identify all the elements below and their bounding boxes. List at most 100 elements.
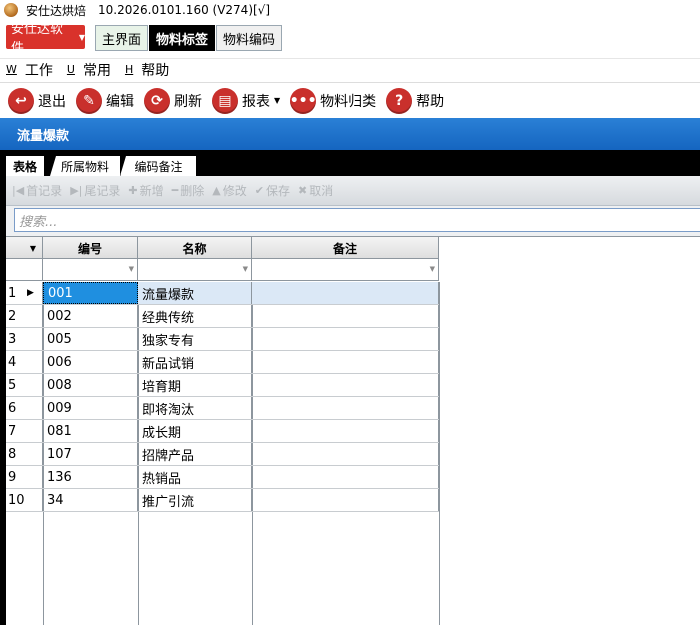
row-number-text: 4 [8,354,17,370]
header-code[interactable]: 编号 [43,237,138,259]
cell-note[interactable] [252,466,439,488]
tab-table[interactable]: 表格 [6,156,44,176]
delete-button[interactable]: ━ 删除 [172,182,205,199]
delete-label: 删除 [180,184,205,198]
cell-note[interactable] [252,489,439,511]
classify-button[interactable]: ••• 物料归类 [290,87,377,114]
title-bar: 安仕达烘焙 10.2026.0101.160 (V274)[√] [0,0,700,20]
row-number-text: 10 [8,492,25,508]
cell-note[interactable] [252,328,439,350]
cell-name[interactable]: 独家专有 [138,328,252,350]
add-button[interactable]: ✚ 新增 [128,182,163,199]
cell-note[interactable] [252,305,439,327]
check-icon: ✔ [254,184,264,197]
more-dots-icon: ••• [290,87,317,114]
filter-code[interactable]: ▼ [43,259,138,281]
row-number-text: 9 [8,469,17,485]
table-row[interactable]: 5 008 培育期 [6,374,439,397]
cell-name[interactable]: 新品试销 [138,351,252,373]
cancel-button[interactable]: ✖ 取消 [298,182,333,199]
cell-code[interactable]: 107 [43,443,138,465]
tab-material-label[interactable]: 物料标签 [149,25,216,51]
refresh-button[interactable]: ⟳ 刷新 [144,87,202,114]
cell-name[interactable]: 经典传统 [138,305,252,327]
menu-work-label: 工作 [24,62,53,79]
row-number: 6 [6,397,43,419]
filter-name[interactable]: ▼ [138,259,252,281]
cell-code[interactable]: 009 [43,397,138,419]
menu-help[interactable]: H 帮助 [125,60,169,80]
cell-name[interactable]: 即将淘汰 [138,397,252,419]
plus-icon: ✚ [128,184,138,197]
cell-note[interactable] [252,443,439,465]
cell-code[interactable]: 081 [43,420,138,442]
cell-code[interactable]: 001 [43,282,138,304]
cell-name[interactable]: 流量爆款 [138,282,252,304]
table-row[interactable]: 8 107 招牌产品 [6,443,439,466]
table-row[interactable]: 3 005 独家专有 [6,328,439,351]
cell-name[interactable]: 培育期 [138,374,252,396]
filter-note[interactable]: ▼ [252,259,439,281]
report-button[interactable]: ▤ 报表 ▼ [212,87,280,114]
first-record-button[interactable]: |◀ 首记录 [12,182,62,199]
refresh-icon: ⟳ [144,87,170,114]
cell-note[interactable] [252,420,439,442]
row-number: 4 [6,351,43,373]
cell-code[interactable]: 005 [43,328,138,350]
row-number-text: 2 [8,308,17,324]
cell-code[interactable]: 002 [43,305,138,327]
table-row[interactable]: 1 ▶ 001 流量爆款 [6,282,439,305]
row-number: 1 ▶ [6,282,43,304]
menu-common[interactable]: U 常用 [67,60,111,80]
cell-name[interactable]: 热销品 [138,466,252,488]
cell-code[interactable]: 136 [43,466,138,488]
search-input[interactable]: 搜索... [14,208,700,232]
table-row[interactable]: 6 009 即将淘汰 [6,397,439,420]
app-logo-icon [4,3,18,17]
filter-indicator [6,259,43,281]
row-number: 9 [6,466,43,488]
header-indicator[interactable]: ▼ [6,237,43,259]
menu-help-label: 帮助 [141,62,170,79]
tab-main[interactable]: 主界面 [95,25,149,51]
exit-button[interactable]: ↩ 退出 [8,87,66,114]
save-button[interactable]: ✔ 保存 [255,182,290,199]
back-arrow-icon: ↩ [8,87,34,114]
cell-name[interactable]: 推广引流 [138,489,252,511]
filter-row: ▼ ▼ ▼ [6,259,439,281]
edit-button[interactable]: ✎ 编辑 [76,87,134,114]
brand-menu-button[interactable]: 安仕达软件 ▼ [6,22,85,56]
row-number: 5 [6,374,43,396]
modify-button[interactable]: ▲ 修改 [212,182,246,199]
cell-code[interactable]: 008 [43,374,138,396]
menu-work[interactable]: W 工作 [6,60,53,80]
header-note[interactable]: 备注 [252,237,439,259]
table-row[interactable]: 2 002 经典传统 [6,305,439,328]
tab-material-code[interactable]: 物料编码 [216,25,283,51]
cell-note[interactable] [252,374,439,396]
tab-owned-materials[interactable]: 所属物料 [50,156,120,176]
modify-label: 修改 [222,184,247,198]
table-row[interactable]: 9 136 热销品 [6,466,439,489]
app-name: 安仕达烘焙 [26,3,87,18]
row-number: 10 [6,489,43,511]
cell-name[interactable]: 招牌产品 [138,443,252,465]
last-record-button[interactable]: ▶| 尾记录 [70,182,120,199]
cell-note[interactable] [252,397,439,419]
table-row[interactable]: 10 34 推广引流 [6,489,439,512]
classify-label: 物料归类 [320,93,377,110]
edit-label: 编辑 [106,93,134,110]
cell-code[interactable]: 006 [43,351,138,373]
help-button[interactable]: ? 帮助 [386,87,444,114]
cell-code[interactable]: 34 [43,489,138,511]
table-row[interactable]: 4 006 新品试销 [6,351,439,374]
cell-name[interactable]: 成长期 [138,420,252,442]
header-name[interactable]: 名称 [138,237,252,259]
cell-note[interactable] [252,282,439,304]
tab-code-notes[interactable]: 编码备注 [120,156,196,176]
filter-dropdown-icon: ▼ [128,265,134,273]
cell-note[interactable] [252,351,439,373]
report-label: 报表 [242,93,270,110]
table-row[interactable]: 7 081 成长期 [6,420,439,443]
app-version: 10.2026.0101.160 (V274)[√] [98,3,271,17]
